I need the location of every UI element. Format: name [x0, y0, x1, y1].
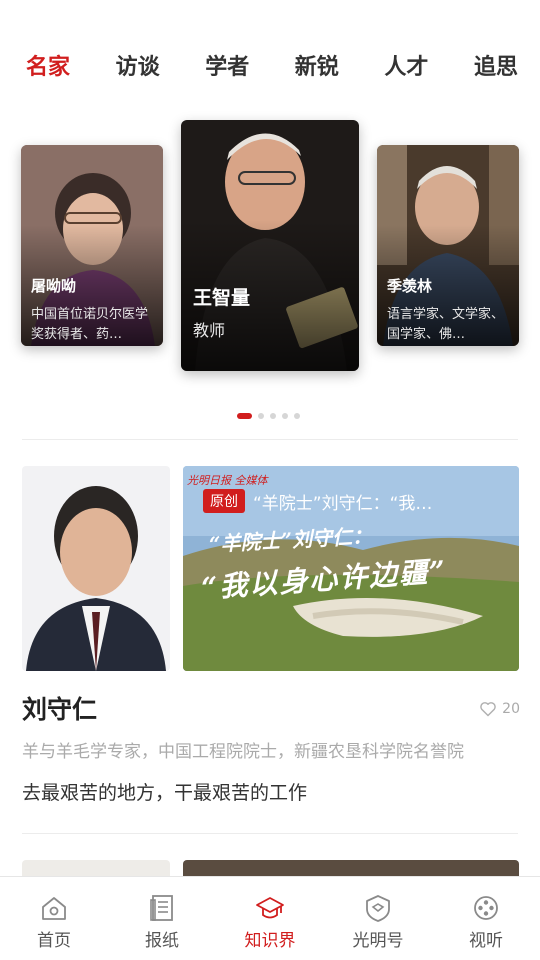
nav-label: 知识界: [244, 931, 296, 951]
nav-label: 首页: [37, 931, 71, 951]
divider: [22, 439, 518, 440]
nav-newspaper[interactable]: 报纸: [108, 877, 216, 960]
nav-shiting[interactable]: 视听: [432, 877, 540, 960]
person-name: 刘守仁: [22, 695, 98, 724]
carousel-dot[interactable]: [258, 413, 264, 419]
feature-banner[interactable]: 光明日报 全媒体 原创 “羊院士”刘守仁：“我… “羊院士”刘守仁： “我以身心…: [183, 466, 519, 671]
media-brand: 光明日报 全媒体: [187, 474, 268, 487]
original-badge: 原创: [203, 489, 245, 513]
shield-icon: [366, 895, 390, 922]
tab-xuezhe[interactable]: 学者: [201, 48, 253, 88]
bottom-nav: 首页 报纸 知识界 光明号 视听: [0, 876, 540, 960]
nav-label: 光明号: [352, 931, 404, 951]
nav-home[interactable]: 首页: [0, 877, 108, 960]
graduation-cap-icon: [256, 897, 284, 919]
card-desc: 中国首位诺贝尔医学奖获得者、药…: [31, 307, 149, 342]
person-quote: 去最艰苦的地方，干最艰苦的工作: [22, 782, 308, 804]
nav-label: 视听: [469, 931, 503, 951]
person-portrait[interactable]: [22, 466, 170, 671]
tab-mingjia[interactable]: 名家: [22, 48, 74, 88]
tab-zhuisi[interactable]: 追思: [470, 48, 522, 88]
carousel-card-center[interactable]: 王智量 教师: [181, 120, 359, 371]
carousel-indicator: [237, 413, 300, 419]
tab-xinrui[interactable]: 新锐: [291, 48, 343, 88]
card-desc: 语言学家、文学家、国学家、佛…: [387, 307, 505, 342]
person-subtitle: 羊与羊毛学专家，中国工程院院士，新疆农垦科学院名誉院: [22, 742, 464, 762]
category-tabs: 名家 访谈 学者 新锐 人才 追思: [22, 48, 522, 88]
portrait-photo: [22, 466, 170, 671]
carousel-dot[interactable]: [237, 413, 252, 419]
carousel-dot[interactable]: [270, 413, 276, 419]
carousel-dot[interactable]: [294, 413, 300, 419]
nav-zhishijie[interactable]: 知识界: [216, 877, 324, 960]
tab-rencai[interactable]: 人才: [380, 48, 432, 88]
carousel-card-right[interactable]: 季羡林 语言学家、文学家、国学家、佛…: [377, 145, 519, 346]
card-name: 季羡林: [387, 277, 433, 295]
film-reel-icon: [474, 896, 498, 920]
divider: [22, 833, 518, 834]
nav-guangminghao[interactable]: 光明号: [324, 877, 432, 960]
like-button[interactable]: 20: [479, 701, 520, 717]
card-name: 屠呦呦: [31, 277, 77, 295]
headline-text: “羊院士”刘守仁：“我…: [253, 493, 433, 514]
heart-icon: [480, 702, 496, 717]
nav-label: 报纸: [145, 931, 179, 951]
carousel-card-left[interactable]: 屠呦呦 中国首位诺贝尔医学奖获得者、药…: [21, 145, 163, 346]
banner-headline: 原创 “羊院士”刘守仁：“我…: [203, 488, 509, 514]
card-name: 王智量: [193, 287, 251, 309]
carousel-dot[interactable]: [282, 413, 288, 419]
home-icon: [42, 897, 66, 920]
newspaper-icon: [150, 895, 173, 921]
tab-fangtan[interactable]: 访谈: [112, 48, 164, 88]
like-count: 20: [502, 701, 520, 717]
card-desc: 教师: [193, 321, 226, 340]
